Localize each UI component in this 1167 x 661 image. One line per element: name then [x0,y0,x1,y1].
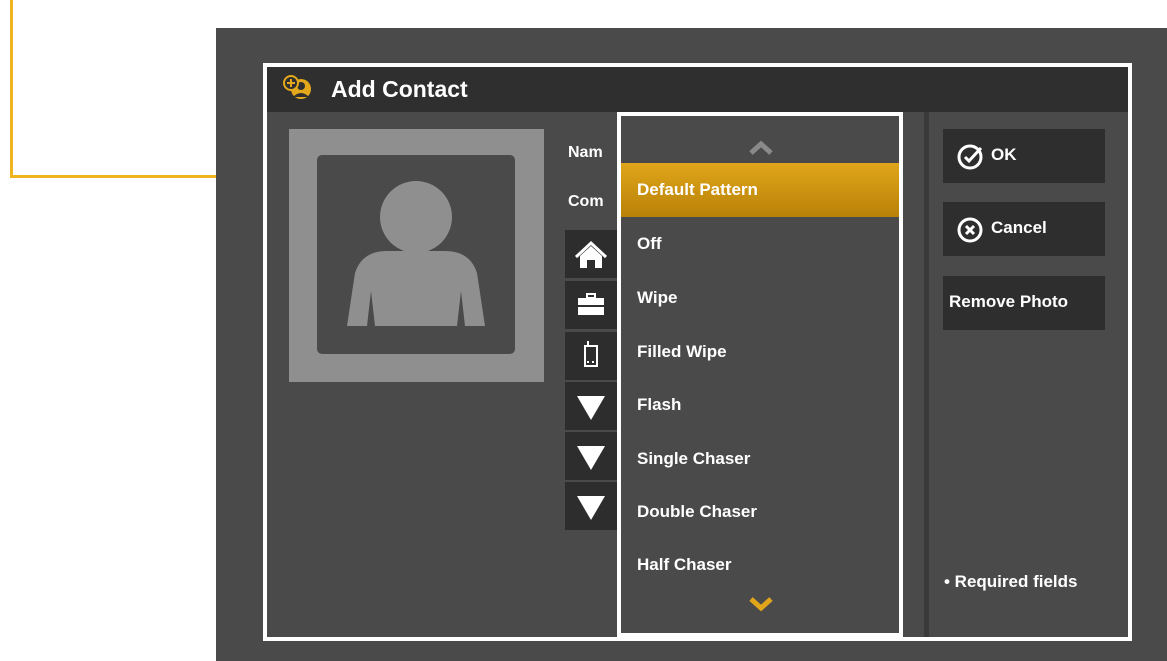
pattern-item-half-chaser[interactable]: Half Chaser [621,538,899,592]
mobile-phone-icon [584,341,598,367]
add-contact-icon [283,75,311,99]
home-phone-type[interactable] [565,230,617,278]
cancel-button-label: Cancel [991,218,1047,237]
triangle-down-icon [577,446,605,470]
remove-photo-button-label: Remove Photo [949,292,1069,311]
ok-button[interactable]: OK [943,129,1105,183]
pattern-item-default[interactable]: Default Pattern [621,163,899,217]
pattern-item-filled-wipe[interactable]: Filled Wipe [621,325,899,379]
briefcase-icon [578,293,604,315]
contact-photo[interactable] [289,129,544,382]
person-silhouette-icon [347,181,485,326]
check-circle-icon [957,144,983,170]
pattern-item-double-chaser[interactable]: Double Chaser [621,485,899,539]
close-circle-icon [957,217,983,243]
home-icon [574,240,608,268]
company-field-label: Com [568,193,604,210]
pattern-item-single-chaser[interactable]: Single Chaser [621,432,899,486]
dialog-titlebar: Add Contact [267,67,1128,112]
pattern-item-off[interactable]: Off [621,217,899,271]
type-dropdown-2[interactable] [565,432,617,480]
panel-divider [924,112,929,637]
type-dropdown-1[interactable] [565,382,617,430]
triangle-down-icon [577,396,605,420]
callout-line-vertical [10,0,13,178]
pattern-dropdown-list[interactable]: Default Pattern Off Wipe Filled Wipe Fla… [617,112,903,637]
remove-photo-button[interactable]: Remove Photo [943,276,1105,330]
dialog-title: Add Contact [331,76,468,102]
work-phone-type[interactable] [565,281,617,329]
pattern-item-flash[interactable]: Flash [621,378,899,432]
mobile-phone-type[interactable] [565,332,617,380]
scroll-up-chevron-icon[interactable] [749,140,773,156]
type-dropdown-3[interactable] [565,482,617,530]
cancel-button[interactable]: Cancel [943,202,1105,256]
triangle-down-icon [577,496,605,520]
name-field-label: Nam [568,144,603,161]
required-fields-note: • Required fields [944,572,1078,591]
scroll-down-chevron-icon[interactable] [749,596,773,612]
avatar-placeholder [317,155,515,354]
pattern-item-wipe[interactable]: Wipe [621,271,899,325]
ok-button-label: OK [991,145,1017,164]
